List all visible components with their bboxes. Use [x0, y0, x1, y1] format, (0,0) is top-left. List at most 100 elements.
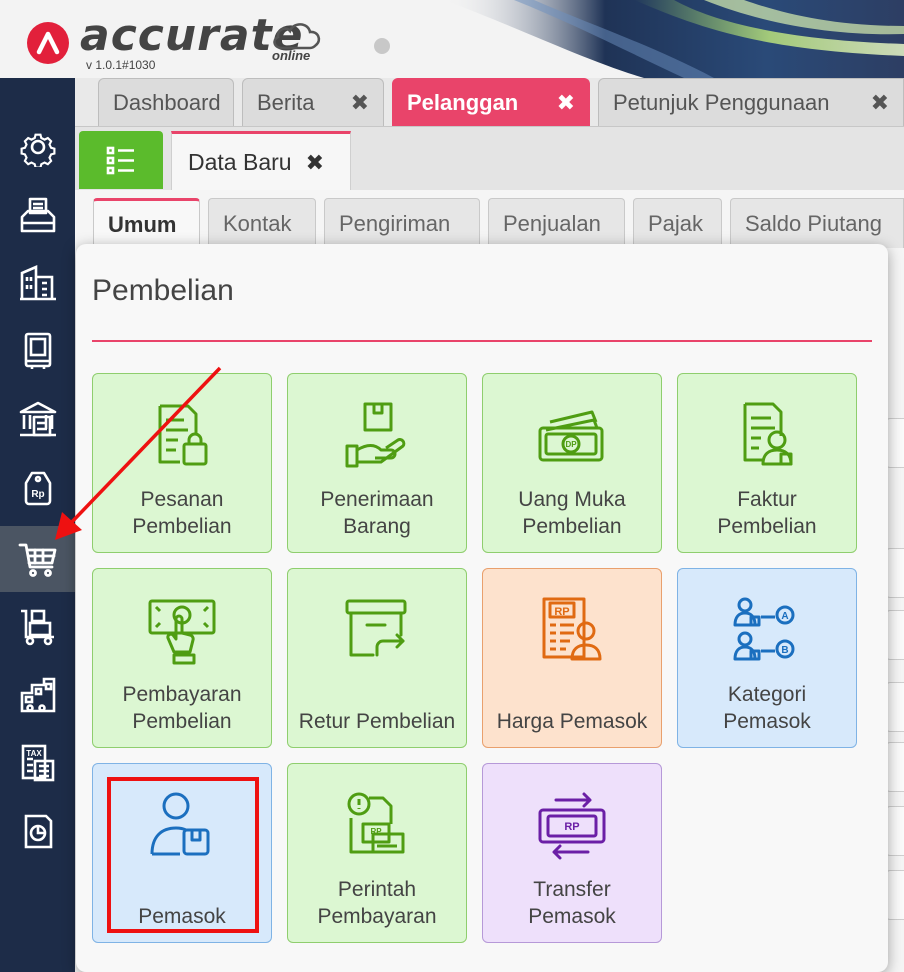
tile-harga-pemasok[interactable]: RP Harga Pemasok: [482, 568, 662, 748]
tile-label-line2: Pemasok: [723, 710, 811, 733]
brand-logo-icon: [27, 22, 69, 64]
supplier-price-icon: RP: [542, 597, 602, 661]
sidebar-item-manufacture[interactable]: [0, 662, 75, 728]
icon-cat-b-text: B: [781, 645, 788, 656]
tile-label-line2: Retur Pembelian: [298, 710, 456, 733]
list-view-button[interactable]: [79, 131, 163, 189]
tile-retur-pembelian[interactable]: Retur Pembelian: [287, 568, 467, 748]
sidebar-item-purchase[interactable]: [0, 526, 75, 592]
form-tab-pengiriman[interactable]: Pengiriman: [324, 198, 480, 248]
sidebar-item-settings[interactable]: [0, 114, 75, 180]
sidebar-item-bank[interactable]: [0, 386, 75, 452]
warehouse-cart-icon: [20, 609, 54, 646]
tile-label-line2: Harga Pemasok: [496, 710, 648, 733]
sidebar-item-ledger[interactable]: [0, 318, 75, 384]
brand-subtitle: online: [272, 48, 311, 63]
highlight-box: [107, 777, 259, 933]
form-tab-saldo-piutang[interactable]: Saldo Piutang: [730, 198, 904, 248]
sidebar-item-inventory[interactable]: [0, 594, 75, 660]
form-tab-umum[interactable]: Umum: [93, 198, 200, 248]
icon-tax-text: TAX: [26, 749, 42, 758]
tab-label: Dashboard: [113, 89, 221, 115]
form-input[interactable]: [886, 742, 904, 792]
goods-receipt-icon: [345, 402, 406, 468]
icon-rp-text: RP: [564, 821, 579, 833]
tile-kategori-pemasok[interactable]: AB Kategori Pemasok: [677, 568, 857, 748]
form-tab-kontak[interactable]: Kontak: [208, 198, 316, 248]
close-icon[interactable]: ✖: [306, 150, 324, 176]
left-sidebar: Rp TAX: [0, 78, 75, 972]
icon-rp-text: RP: [370, 827, 382, 836]
tab-label: Pelanggan: [407, 89, 519, 115]
tile-uang-muka-pembelian[interactable]: DP Uang Muka Pembelian: [482, 373, 662, 553]
tile-label-line1: Kategori: [727, 683, 807, 706]
fax-machine-icon: [20, 197, 55, 233]
supplier-category-icon: AB: [733, 597, 795, 661]
popup-divider: [92, 340, 872, 342]
sidebar-item-fax[interactable]: [0, 182, 75, 248]
down-payment-icon: DP: [538, 410, 604, 462]
form-tab-bar: Data Baru ✖: [75, 126, 904, 191]
form-tab-penjualan[interactable]: Penjualan: [488, 198, 625, 248]
tile-label-line1: Uang Muka: [518, 488, 626, 511]
close-icon[interactable]: ✖: [351, 90, 369, 116]
tile-label-line1: Penerimaan: [320, 488, 434, 511]
form-input[interactable]: [886, 682, 904, 732]
form-input[interactable]: [886, 806, 904, 856]
bank-icon: [19, 401, 56, 437]
gear-icon: [20, 133, 55, 167]
close-icon[interactable]: ✖: [557, 90, 575, 116]
tile-label-line2: Pembelian: [132, 710, 232, 733]
header-decoration: [444, 0, 904, 78]
status-dot: [374, 38, 390, 54]
sidebar-item-reports[interactable]: [0, 798, 75, 864]
tile-label-line2: Pembelian: [132, 515, 232, 538]
form-input[interactable]: [886, 610, 904, 660]
purchase-invoice-icon: [743, 402, 793, 466]
tile-label-line2: Barang: [343, 515, 411, 538]
shopping-cart-icon: [18, 543, 56, 577]
version-label: v 1.0.1#1030: [86, 58, 156, 72]
tile-faktur-pembelian[interactable]: Faktur Pembelian: [677, 373, 857, 553]
tile-penerimaan-barang[interactable]: Penerimaan Barang: [287, 373, 467, 553]
tile-pesanan-pembelian[interactable]: Pesanan Pembelian: [92, 373, 272, 553]
tile-pembayaran-pembelian[interactable]: Pembayaran Pembelian: [92, 568, 272, 748]
tab-pelanggan[interactable]: Pelanggan ✖: [392, 78, 590, 126]
form-input[interactable]: [886, 418, 904, 468]
icon-rp-text: Rp: [31, 489, 44, 500]
popup-title: Pembelian: [92, 274, 234, 307]
sidebar-item-tax[interactable]: TAX: [0, 730, 75, 796]
ledger-book-icon: [24, 332, 51, 369]
report-chart-icon: [24, 814, 52, 849]
building-icon: [19, 265, 56, 301]
tile-label-line1: Transfer: [533, 878, 611, 901]
tab-data-baru[interactable]: Data Baru ✖: [171, 131, 351, 191]
sidebar-item-sales[interactable]: Rp: [0, 454, 75, 520]
tab-berita[interactable]: Berita ✖: [242, 78, 384, 126]
app-header: accurate online v 1.0.1#1030: [0, 0, 904, 78]
tab-label: Data Baru: [188, 149, 292, 175]
tile-label-line1: Faktur: [737, 488, 797, 511]
tile-label-line1: Pembayaran: [122, 683, 242, 706]
tile-label-line1: Perintah: [337, 878, 417, 901]
factory-icon: [20, 677, 55, 713]
sidebar-item-company[interactable]: [0, 250, 75, 316]
cloud-icon: [273, 23, 321, 50]
supplier-transfer-icon: RP: [538, 792, 606, 860]
price-tag-rp-icon: Rp: [24, 471, 51, 506]
list-icon: [106, 146, 134, 175]
form-input[interactable]: [886, 548, 904, 598]
tile-label-line2: Pembelian: [522, 515, 622, 538]
payment-order-icon: RP: [347, 792, 405, 854]
tab-label: Berita: [257, 89, 315, 115]
form-tab-pajak[interactable]: Pajak: [633, 198, 722, 248]
purchase-payment-icon: [148, 599, 216, 665]
tab-petunjuk-penggunaan[interactable]: Petunjuk Penggunaan ✖: [598, 78, 904, 126]
form-input[interactable]: [886, 870, 904, 920]
icon-dp-text: DP: [565, 440, 577, 449]
tile-perintah-pembayaran[interactable]: RP Perintah Pembayaran: [287, 763, 467, 943]
close-icon[interactable]: ✖: [871, 90, 889, 116]
tab-dashboard[interactable]: Dashboard: [98, 78, 234, 126]
purchase-order-icon: [158, 404, 208, 466]
tile-transfer-pemasok[interactable]: RP Transfer Pemasok: [482, 763, 662, 943]
